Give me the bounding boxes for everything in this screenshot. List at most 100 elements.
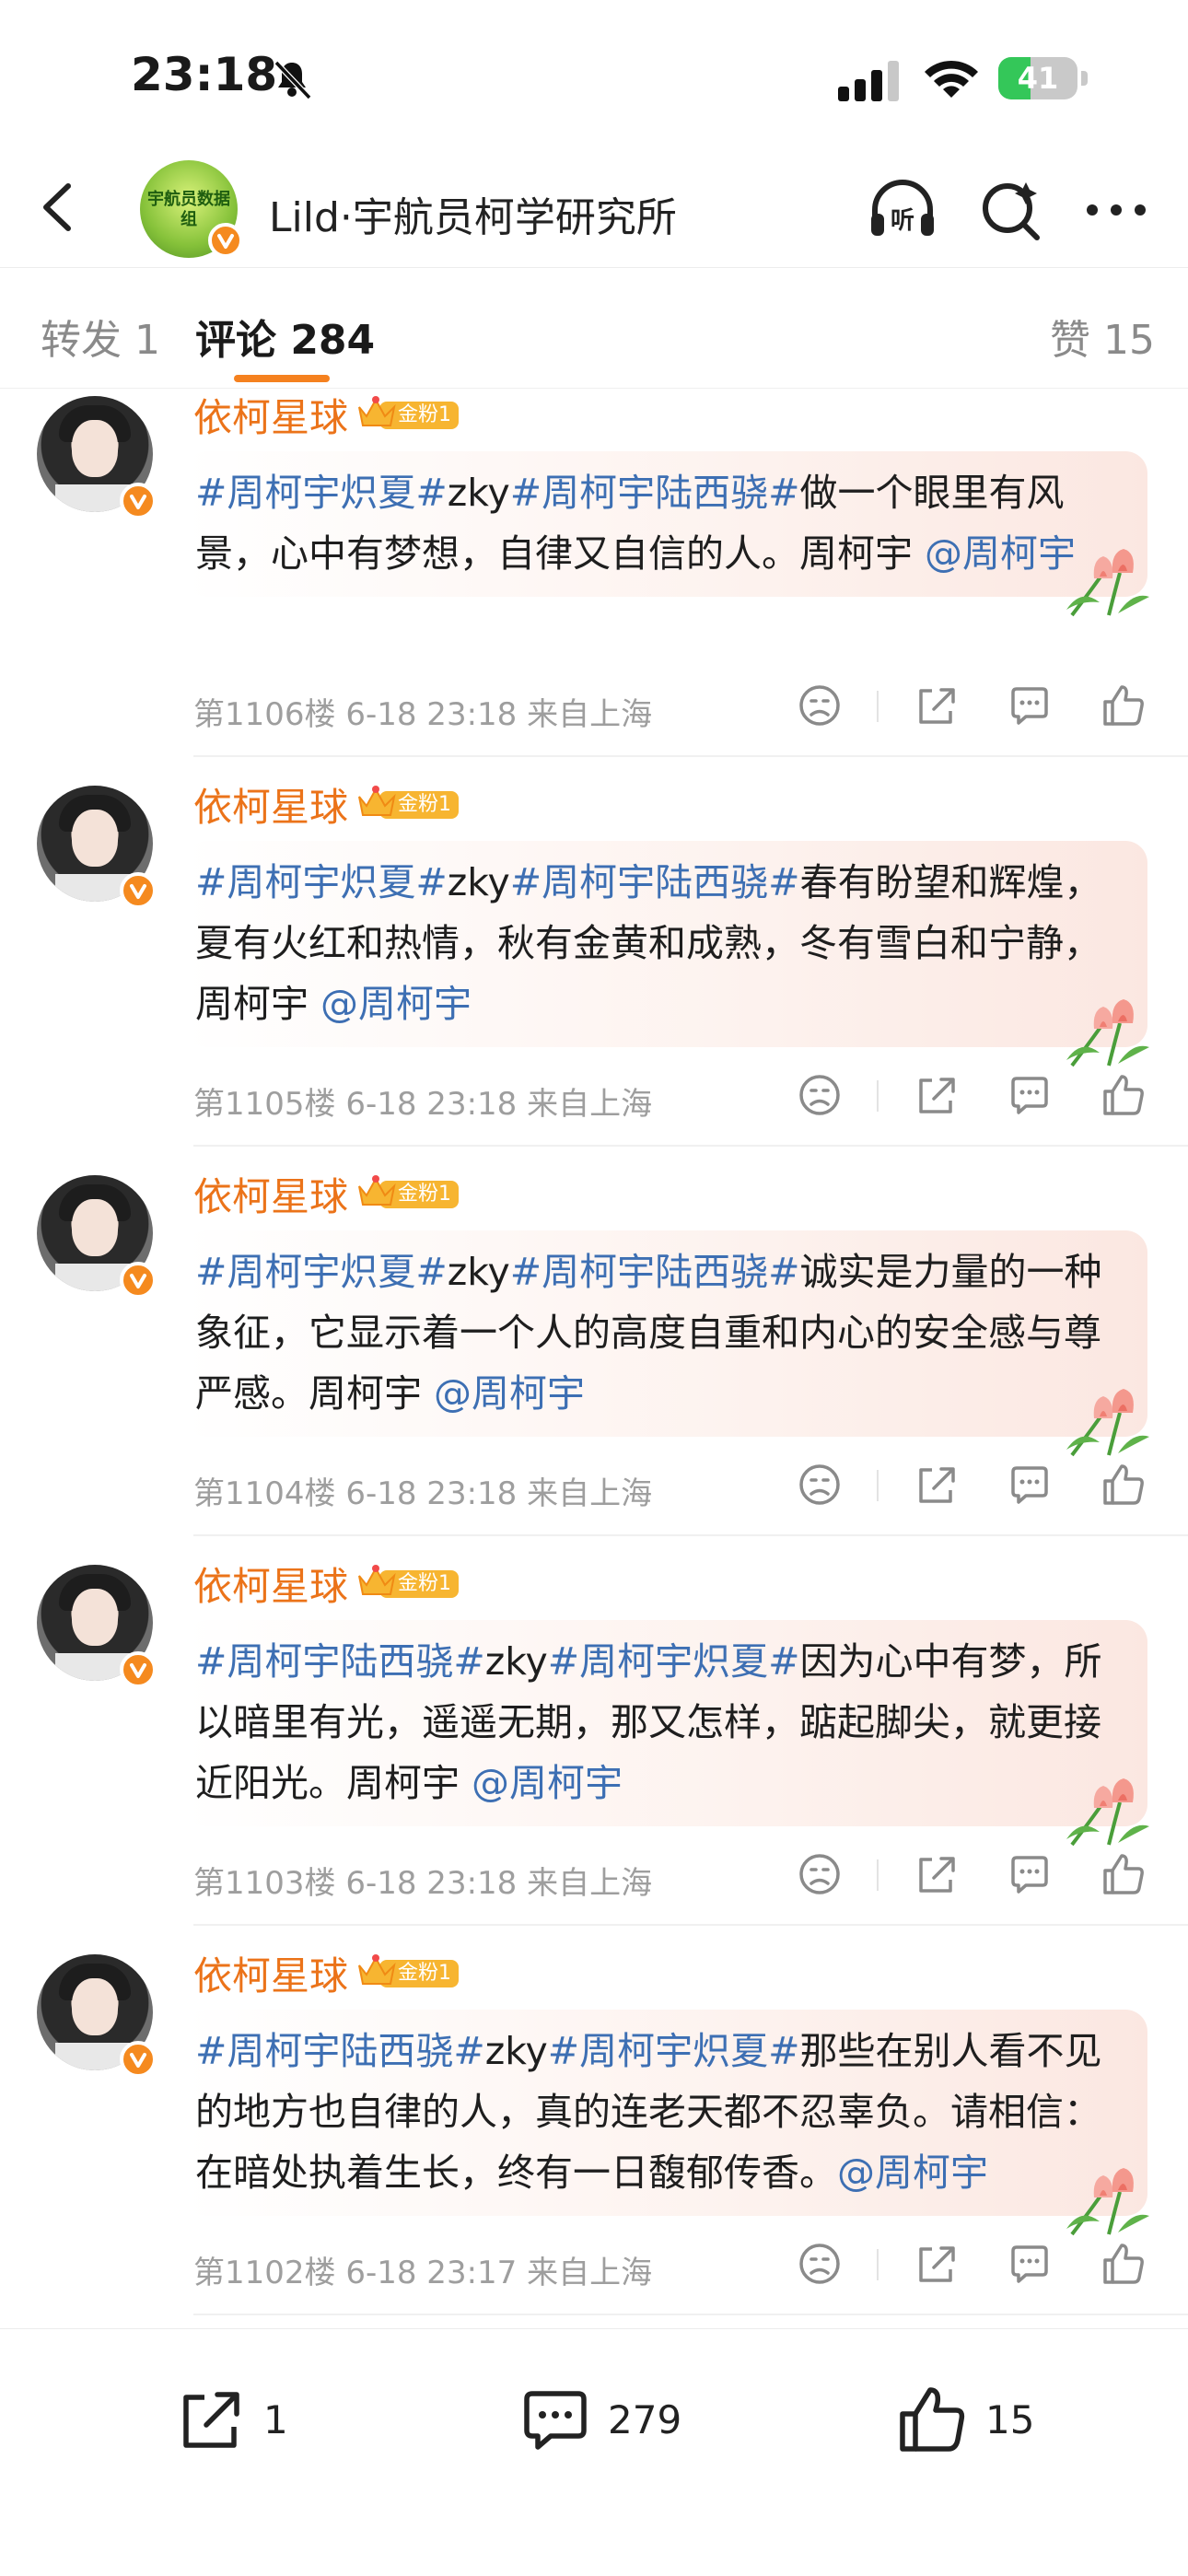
fan-badge[interactable]: 金粉1 (355, 784, 459, 821)
verified-v-icon (208, 223, 243, 258)
comment-meta: 第1105楼 6-18 23:18 来自上海 (193, 1086, 653, 1123)
comment-divider (193, 1924, 1188, 1926)
battery-label: 41 (1017, 61, 1059, 96)
frown-icon[interactable] (794, 680, 845, 731)
status-bar: 23:18 41 (0, 0, 1188, 147)
share-icon[interactable] (910, 1459, 961, 1510)
tulip-icon (1066, 1778, 1149, 1847)
action-separator (877, 2249, 879, 2280)
thumbs-up-icon[interactable] (1098, 680, 1149, 731)
hashtag-link[interactable]: #周柯宇炽夏# (195, 1250, 448, 1294)
tab-comments[interactable]: 评论 284 (195, 307, 375, 366)
share-icon[interactable] (910, 1848, 961, 1900)
verified-v-icon (120, 2041, 157, 2078)
frown-icon[interactable] (794, 1848, 845, 1900)
share-icon[interactable] (910, 1069, 961, 1121)
comment-icon (524, 2391, 587, 2450)
tulip-icon (1066, 1389, 1149, 1457)
headphones-icon[interactable]: 听 (866, 173, 939, 247)
comment-bubble[interactable]: #周柯宇炽夏#zky#周柯宇陆西骁#诚实是力量的一种象征，它显示着一个人的高度自… (184, 1230, 1149, 1457)
comment-divider (193, 755, 1188, 757)
comment-text-segment: zky (447, 1250, 510, 1294)
thumbs-up-icon[interactable] (1098, 1848, 1149, 1900)
thumbs-up-icon[interactable] (1098, 2238, 1149, 2290)
like-button[interactable]: 15 (893, 2381, 1059, 2464)
nav-header: 宇航员数据组 Lild·宇航员柯学研究所 听 (0, 147, 1188, 268)
comment-meta: 第1104楼 6-18 23:18 来自上海 (193, 1475, 653, 1512)
crown-icon (358, 1954, 396, 1985)
fan-badge[interactable]: 金粉1 (355, 1952, 459, 1989)
crown-icon (358, 396, 396, 426)
hashtag-link[interactable]: #周柯宇陆西骁# (195, 2029, 485, 2073)
comment-bubble[interactable]: #周柯宇炽夏#zky#周柯宇陆西骁#做一个眼里有风景，心中有梦想，自律又自信的人… (184, 451, 1149, 617)
repost-button[interactable]: 1 (171, 2381, 319, 2464)
more-icon[interactable] (1079, 173, 1153, 247)
tab-likes[interactable]: 赞 15 (1050, 307, 1155, 366)
comment-username[interactable]: 依柯星球 (193, 776, 348, 833)
bottom-action-bar: 1 279 15 (0, 2328, 1188, 2576)
action-separator (877, 1080, 879, 1112)
comment-username[interactable]: 依柯星球 (193, 387, 348, 443)
comment-bubble[interactable]: #周柯宇陆西骁#zky#周柯宇炽夏#那些在别人看不见的地方也自律的人，真的连老天… (184, 2010, 1149, 2236)
comment-icon[interactable] (1004, 1848, 1055, 1900)
fan-badge[interactable]: 金粉1 (355, 1173, 459, 1210)
frown-icon[interactable] (794, 2238, 845, 2290)
comment-icon[interactable] (1004, 2238, 1055, 2290)
hashtag-link[interactable]: #周柯宇陆西骁# (510, 860, 800, 904)
mention-link[interactable]: @周柯宇 (472, 1761, 623, 1805)
comment-divider (193, 1534, 1188, 1536)
signal-icon (838, 61, 899, 101)
search-icon[interactable] (974, 173, 1048, 247)
comment-icon[interactable] (1004, 1459, 1055, 1510)
comment-text-segment: zky (447, 471, 510, 515)
tulip-icon (1066, 999, 1149, 1067)
hashtag-link[interactable]: #周柯宇炽夏# (548, 2029, 800, 2073)
action-separator (877, 1470, 879, 1501)
thumbs-up-icon[interactable] (1098, 1069, 1149, 1121)
wifi-icon (925, 60, 978, 98)
hashtag-link[interactable]: #周柯宇陆西骁# (510, 471, 800, 515)
comment-text: #周柯宇炽夏#zky#周柯宇陆西骁#诚实是力量的一种象征，它显示着一个人的高度自… (184, 1230, 1147, 1437)
share-icon (183, 2392, 239, 2448)
mention-link[interactable]: @周柯宇 (434, 1371, 585, 1416)
mention-link[interactable]: @周柯宇 (925, 531, 1076, 576)
share-icon[interactable] (910, 680, 961, 731)
frown-icon[interactable] (794, 1459, 845, 1510)
chevron-left-icon[interactable] (28, 175, 92, 239)
hashtag-link[interactable]: #周柯宇炽夏# (195, 471, 448, 515)
hashtag-link[interactable]: #周柯宇炽夏# (195, 860, 448, 904)
crown-icon (358, 1175, 396, 1206)
hashtag-link[interactable]: #周柯宇炽夏# (548, 1639, 800, 1684)
verified-v-icon (120, 1262, 157, 1299)
hashtag-link[interactable]: #周柯宇陆西骁# (510, 1250, 800, 1294)
mention-link[interactable]: @周柯宇 (837, 2151, 988, 2195)
comment-bubble[interactable]: #周柯宇陆西骁#zky#周柯宇炽夏#因为心中有梦，所以暗里有光，遥遥无期，那又怎… (184, 1620, 1149, 1847)
comment-username[interactable]: 依柯星球 (193, 1556, 348, 1612)
crown-icon (358, 1565, 396, 1595)
comment-item: 依柯星球 金粉1 #周柯宇炽夏#zky#周柯宇陆西骁#春有盼望和辉煌，夏有火红和… (0, 776, 1188, 1166)
frown-icon[interactable] (794, 1069, 845, 1121)
mention-link[interactable]: @周柯宇 (320, 982, 472, 1026)
comment-divider (193, 2314, 1188, 2315)
page-title[interactable]: Lild·宇航员柯学研究所 (269, 184, 677, 243)
comment-username[interactable]: 依柯星球 (193, 1945, 348, 2001)
hashtag-link[interactable]: #周柯宇陆西骁# (195, 1639, 485, 1684)
fan-badge[interactable]: 金粉1 (355, 1563, 459, 1600)
comment-text: #周柯宇炽夏#zky#周柯宇陆西骁#做一个眼里有风景，心中有梦想，自律又自信的人… (184, 451, 1147, 597)
comment-icon[interactable] (1004, 1069, 1055, 1121)
comment-bubble[interactable]: #周柯宇炽夏#zky#周柯宇陆西骁#春有盼望和辉煌，夏有火红和热情，秋有金黄和成… (184, 841, 1149, 1067)
verified-v-icon (120, 872, 157, 909)
comment-icon[interactable] (1004, 680, 1055, 731)
comment-username[interactable]: 依柯星球 (193, 1166, 348, 1222)
thumbs-up-icon[interactable] (1098, 1459, 1149, 1510)
thumbs-up-icon (900, 2387, 965, 2452)
fan-badge[interactable]: 金粉1 (355, 394, 459, 431)
repost-count: 1 (263, 2397, 288, 2442)
tab-reposts[interactable]: 转发 1 (41, 307, 160, 366)
comment-item: 依柯星球 金粉1 #周柯宇陆西骁#zky#周柯宇炽夏#因为心中有梦，所以暗里有光… (0, 1556, 1188, 1945)
comment-button[interactable]: 279 (516, 2381, 718, 2464)
share-icon[interactable] (910, 2238, 961, 2290)
tab-bar: 转发 1 评论 284 赞 15 (0, 268, 1188, 389)
tab-active-indicator (234, 375, 330, 382)
comment-text: #周柯宇陆西骁#zky#周柯宇炽夏#那些在别人看不见的地方也自律的人，真的连老天… (184, 2010, 1147, 2216)
